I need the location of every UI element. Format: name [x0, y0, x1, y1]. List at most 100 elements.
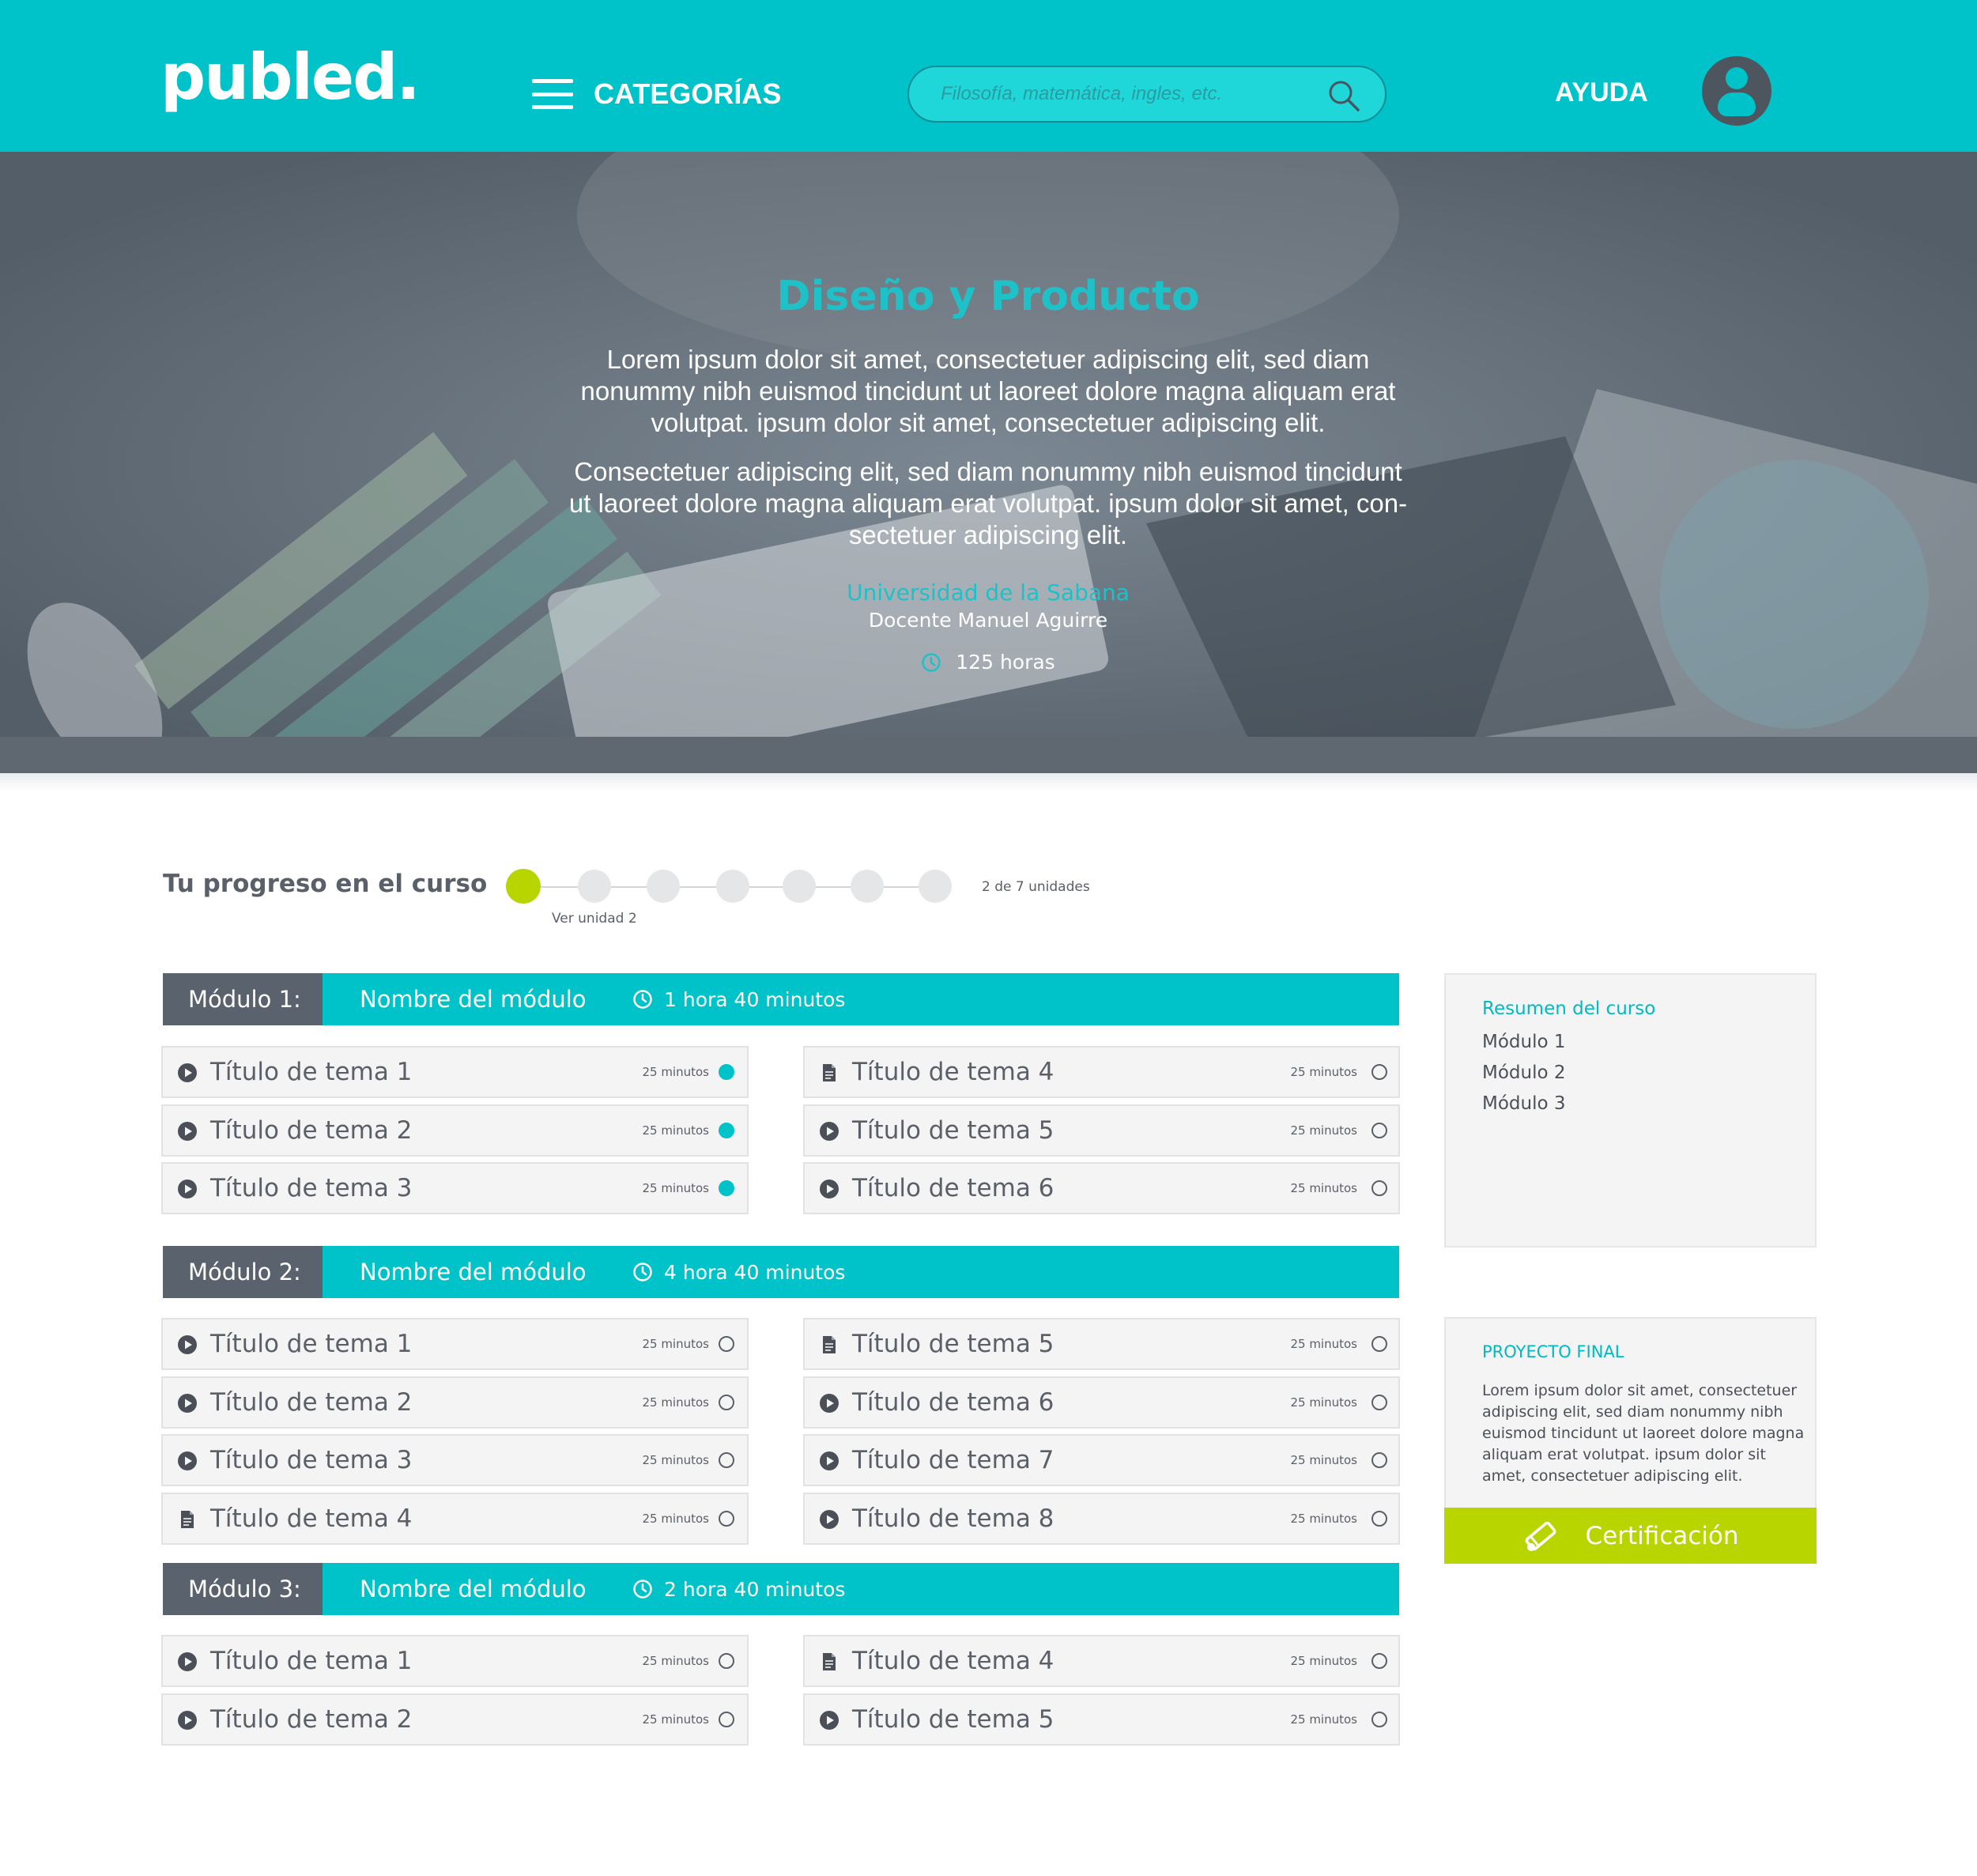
certification-button[interactable]: Certificación	[1444, 1508, 1817, 1564]
topic-row[interactable]: Título de tema 3 25 minutos	[161, 1162, 749, 1214]
topic-duration: 25 minutos	[1290, 1712, 1357, 1727]
help-link[interactable]: AYUDA	[1555, 77, 1648, 108]
categories-menu-button[interactable]: CATEGORÍAS	[532, 77, 781, 111]
topic-duration: 25 minutos	[1290, 1395, 1357, 1410]
progress-unit-dot[interactable]	[506, 869, 541, 904]
pending-status-icon[interactable]	[1371, 1712, 1387, 1727]
search-icon[interactable]	[1326, 78, 1361, 113]
topic-duration: 25 minutos	[1290, 1123, 1357, 1138]
topic-duration: 25 minutos	[642, 1654, 709, 1668]
topic-row[interactable]: Título de tema 1 25 minutos	[161, 1046, 749, 1098]
module-name: Nombre del módulo	[360, 986, 587, 1013]
play-icon	[819, 1121, 839, 1142]
pending-status-icon[interactable]	[719, 1653, 734, 1669]
completed-status-icon[interactable]	[719, 1123, 734, 1138]
topic-row[interactable]: Título de tema 4 25 minutos	[803, 1046, 1400, 1098]
topic-title: Título de tema 1	[210, 1058, 413, 1086]
topic-row[interactable]: Título de tema 2 25 minutos	[161, 1376, 749, 1429]
document-icon	[819, 1651, 839, 1672]
summary-item-module-3[interactable]: Módulo 3	[1482, 1089, 1815, 1119]
pending-status-icon[interactable]	[1371, 1452, 1387, 1468]
document-icon	[177, 1509, 198, 1530]
completed-status-icon[interactable]	[719, 1180, 734, 1196]
play-icon	[177, 1393, 198, 1414]
search-input[interactable]	[941, 67, 1320, 121]
topic-title: Título de tema 2	[210, 1116, 413, 1145]
pending-status-icon[interactable]	[719, 1336, 734, 1352]
module-duration: 4 hora 40 minutos	[632, 1246, 845, 1298]
topic-title: Título de tema 1	[210, 1330, 413, 1358]
progress-unit-dot[interactable]	[578, 870, 611, 903]
module-number: Módulo 3:	[163, 1563, 323, 1615]
topic-row[interactable]: Título de tema 6 25 minutos	[803, 1162, 1400, 1214]
pending-status-icon[interactable]	[1371, 1653, 1387, 1669]
topic-title: Título de tema 4	[852, 1058, 1055, 1086]
pending-status-icon[interactable]	[719, 1712, 734, 1727]
module-duration-label: 1 hora 40 minutos	[664, 987, 846, 1011]
summary-item-module-1[interactable]: Módulo 1	[1482, 1027, 1815, 1058]
play-icon	[819, 1451, 839, 1471]
module-number: Módulo 2:	[163, 1246, 323, 1298]
pending-status-icon[interactable]	[1371, 1511, 1387, 1527]
play-icon	[177, 1121, 198, 1142]
completed-status-icon[interactable]	[719, 1064, 734, 1080]
module-header[interactable]: Módulo 2: Nombre del módulo 4 hora 40 minu…	[163, 1246, 1399, 1298]
progress-label: Tu progreso en el curso	[163, 870, 488, 898]
play-icon	[819, 1393, 839, 1414]
topic-row[interactable]: Título de tema 4 25 minutos	[161, 1493, 749, 1545]
play-icon	[177, 1710, 198, 1731]
progress-count: 2 de 7 unidades	[982, 879, 1090, 895]
course-university[interactable]: Universidad de la Sabana	[514, 579, 1462, 606]
topic-row[interactable]: Título de tema 6 25 minutos	[803, 1376, 1400, 1429]
progress-unit-dot[interactable]	[851, 870, 884, 903]
progress-unit-dot[interactable]	[716, 870, 749, 903]
pending-status-icon[interactable]	[719, 1395, 734, 1410]
course-hours-label: 125 horas	[956, 651, 1055, 674]
topic-duration: 25 minutos	[1290, 1453, 1357, 1467]
topic-row[interactable]: Título de tema 7 25 minutos	[803, 1434, 1400, 1486]
topic-row[interactable]: Título de tema 4 25 minutos	[803, 1635, 1400, 1687]
module-number: Módulo 1:	[163, 973, 323, 1025]
play-icon	[177, 1179, 198, 1199]
progress-unit-dot[interactable]	[783, 870, 816, 903]
module-duration: 2 hora 40 minutos	[632, 1563, 845, 1615]
topic-duration: 25 minutos	[642, 1181, 709, 1195]
topic-row[interactable]: Título de tema 8 25 minutos	[803, 1493, 1400, 1545]
clock-icon	[632, 1262, 653, 1282]
topic-row[interactable]: Título de tema 5 25 minutos	[803, 1104, 1400, 1157]
pending-status-icon[interactable]	[1371, 1123, 1387, 1138]
course-hours: 125 horas	[514, 651, 1462, 674]
progress-unit-dot[interactable]	[647, 870, 680, 903]
topic-title: Título de tema 8	[852, 1504, 1055, 1533]
hero-shadow	[0, 773, 1977, 791]
topic-duration: 25 minutos	[1290, 1654, 1357, 1668]
pending-status-icon[interactable]	[1371, 1180, 1387, 1196]
topic-row[interactable]: Título de tema 5 25 minutos	[803, 1318, 1400, 1370]
module-name: Nombre del módulo	[360, 1576, 587, 1602]
module-header[interactable]: Módulo 3: Nombre del módulo 2 hora 40 minu…	[163, 1563, 1399, 1615]
play-icon	[819, 1179, 839, 1199]
topic-row[interactable]: Título de tema 5 25 minutos	[803, 1693, 1400, 1746]
publed-logo[interactable]: publed.	[160, 46, 421, 109]
summary-item-module-2[interactable]: Módulo 2	[1482, 1058, 1815, 1089]
pending-status-icon[interactable]	[1371, 1064, 1387, 1080]
pending-status-icon[interactable]	[1371, 1336, 1387, 1352]
topic-row[interactable]: Título de tema 2 25 minutos	[161, 1104, 749, 1157]
topic-title: Título de tema 2	[210, 1388, 413, 1417]
module-duration: 1 hora 40 minutos	[632, 973, 845, 1025]
module-header[interactable]: Módulo 1: Nombre del módulo 1 hora 40 minu…	[163, 973, 1399, 1025]
summary-title[interactable]: Resumen del curso	[1482, 998, 1815, 1019]
course-teacher: Docente Manuel Aguirre	[868, 609, 1108, 632]
view-unit-link[interactable]: Ver unidad 2	[552, 911, 637, 927]
course-summary-panel: Resumen del curso Módulo 1 Módulo 2 Módu…	[1444, 973, 1817, 1248]
topic-row[interactable]: Título de tema 2 25 minutos	[161, 1693, 749, 1746]
pending-status-icon[interactable]	[1371, 1395, 1387, 1410]
user-avatar-icon[interactable]	[1702, 56, 1771, 126]
topic-row[interactable]: Título de tema 1 25 minutos	[161, 1635, 749, 1687]
topic-row[interactable]: Título de tema 3 25 minutos	[161, 1434, 749, 1486]
topic-row[interactable]: Título de tema 1 25 minutos	[161, 1318, 749, 1370]
pending-status-icon[interactable]	[719, 1511, 734, 1527]
pending-status-icon[interactable]	[719, 1452, 734, 1468]
clock-icon	[922, 652, 941, 672]
progress-unit-dot[interactable]	[919, 870, 952, 903]
